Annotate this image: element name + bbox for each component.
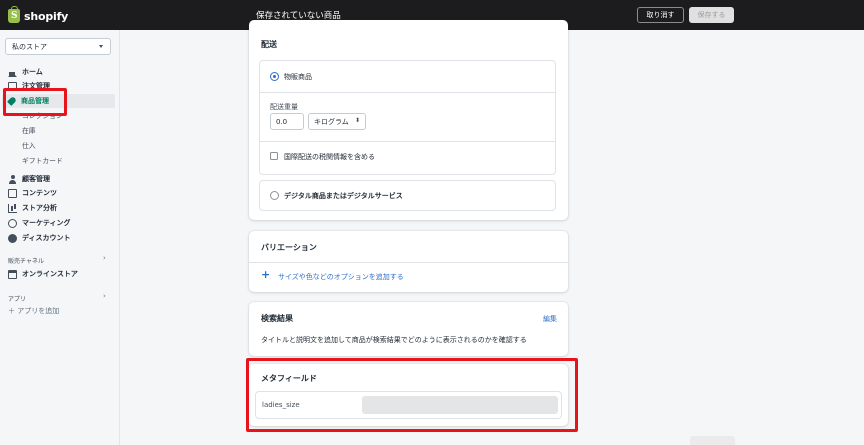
store-name: 私のストア [12, 42, 47, 51]
sidebar-item-customers[interactable]: 顧客管理 [8, 173, 50, 185]
store-icon [8, 269, 17, 279]
discount-icon [8, 233, 17, 243]
analytics-icon [8, 203, 17, 213]
caret-down-icon [99, 45, 103, 48]
sidebar-item-label: ホーム [22, 68, 43, 76]
target-icon [8, 218, 17, 228]
weight-unit-value: キログラム [314, 117, 349, 126]
digital-product-radio[interactable] [270, 191, 279, 200]
sidebar-item-content[interactable]: コンテンツ [8, 187, 57, 199]
highlight-box-products [3, 88, 67, 116]
sidebar-item-marketing[interactable]: マーケティング [8, 217, 70, 229]
sidebar-item-label: コンテンツ [22, 189, 57, 197]
discard-button[interactable]: 取り消す [637, 7, 684, 23]
physical-product-box: 物販商品 配送重量 0.0 キログラム ⬍ 国際配送の税関情報を含める [259, 60, 556, 175]
weight-unit-select[interactable]: キログラム ⬍ [308, 113, 366, 130]
apps-heading: アプリ [8, 296, 27, 303]
customs-info-label: 国際配送の税関情報を含める [284, 153, 375, 161]
sidebar-item-online-store[interactable]: オンラインストア [8, 268, 78, 280]
store-selector[interactable]: 私のストア [5, 38, 111, 55]
divider [249, 262, 568, 263]
chevron-right-icon[interactable]: › [103, 254, 106, 262]
shopify-logo[interactable]: S shopify [8, 6, 69, 24]
add-app-link[interactable]: ＋ アプリを追加 [8, 306, 59, 316]
sidebar-item-label: マーケティング [22, 219, 71, 227]
person-icon [8, 174, 17, 184]
sidebar-item-discounts[interactable]: ディスカウント [8, 232, 71, 244]
weight-value: 0.0 [276, 117, 288, 126]
bottom-save-button[interactable] [690, 436, 735, 445]
sidebar-item-label: 顧客管理 [22, 175, 50, 183]
seo-description: タイトルと説明文を追加して商品が検索結果でどのように表示されるのかを確認する [261, 336, 527, 344]
logo-text: shopify [24, 9, 69, 23]
weight-input[interactable]: 0.0 [270, 113, 304, 130]
divider [260, 141, 555, 142]
seo-title: 検索結果 [261, 314, 293, 323]
sidebar-item-label: ディスカウント [22, 234, 71, 242]
weight-label: 配送重量 [270, 103, 298, 111]
sidebar-item-home[interactable]: ホーム [8, 66, 43, 78]
variants-card: バリエーション + サイズや色などのオプションを追加する [249, 231, 568, 292]
physical-product-label: 物販商品 [284, 73, 312, 81]
plus-icon[interactable]: + [261, 268, 270, 281]
physical-product-radio[interactable] [270, 72, 279, 81]
sidebar-item-analytics[interactable]: ストア分析 [8, 202, 57, 214]
shipping-title: 配送 [261, 40, 277, 49]
shipping-card: 配送 物販商品 配送重量 0.0 キログラム ⬍ 国際配送の税関情報を含める デ… [249, 20, 568, 220]
sales-channels-heading: 販売チャネル [8, 258, 44, 265]
variants-title: バリエーション [261, 243, 317, 252]
save-button[interactable]: 保存する [689, 7, 734, 23]
shopping-bag-icon: S [8, 6, 20, 23]
sidebar-subitem-inventory[interactable]: 在庫 [22, 125, 36, 135]
sidebar-item-label: オンラインストア [22, 270, 78, 278]
seo-edit-link[interactable]: 編集 [543, 314, 557, 324]
highlight-box-metafields [246, 358, 578, 432]
divider [260, 92, 555, 93]
add-option-link[interactable]: サイズや色などのオプションを追加する [278, 272, 404, 282]
sidebar-subitem-purchase-orders[interactable]: 仕入 [22, 140, 36, 150]
select-arrows-icon: ⬍ [354, 117, 360, 124]
seo-card: 検索結果 編集 タイトルと説明文を追加して商品が検索結果でどのように表示されるの… [249, 302, 568, 356]
home-icon [8, 68, 17, 77]
digital-product-box: デジタル商品またはデジタルサービス [259, 180, 556, 211]
chevron-right-icon[interactable]: › [103, 292, 106, 300]
digital-product-label: デジタル商品またはデジタルサービス [284, 192, 403, 200]
customs-info-checkbox[interactable] [270, 152, 278, 160]
sidebar-item-label: ストア分析 [22, 204, 57, 212]
sidebar-subitem-gift-cards[interactable]: ギフトカード [22, 155, 63, 165]
content-icon [8, 188, 17, 198]
